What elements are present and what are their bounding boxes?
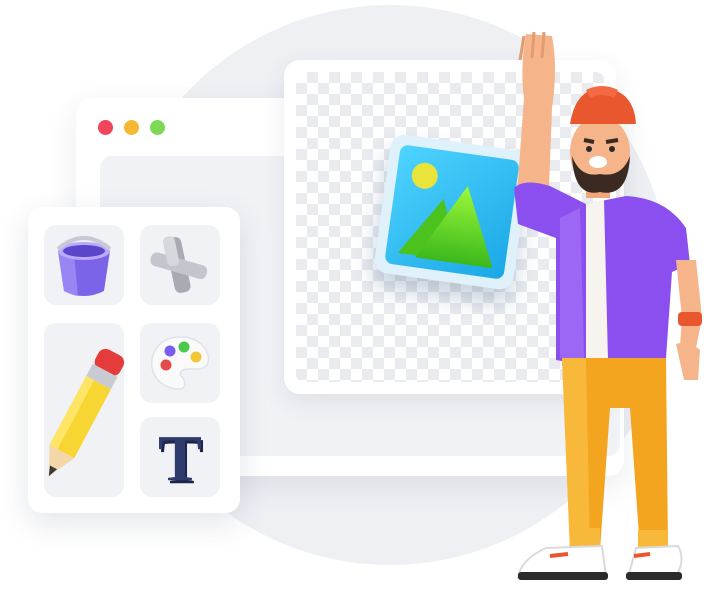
minimize-dot[interactable] [124, 120, 139, 135]
tools-panel: T [28, 207, 240, 513]
waving-character-illustration [490, 28, 704, 588]
close-dot[interactable] [98, 120, 113, 135]
paint-bucket-icon [56, 236, 112, 296]
maximize-dot[interactable] [150, 120, 165, 135]
paint-bucket-tool[interactable] [44, 225, 124, 305]
pencil-icon [48, 348, 124, 477]
palette-icon [150, 336, 210, 390]
window-controls [98, 120, 165, 135]
color-palette-tool[interactable] [140, 323, 220, 403]
text-icon: T [157, 422, 203, 495]
character-svg [514, 31, 702, 580]
text-tool[interactable]: T [140, 417, 220, 497]
cross-shape-icon [150, 236, 208, 293]
pencil-tool[interactable] [44, 323, 124, 497]
shape-tool[interactable] [140, 225, 220, 305]
